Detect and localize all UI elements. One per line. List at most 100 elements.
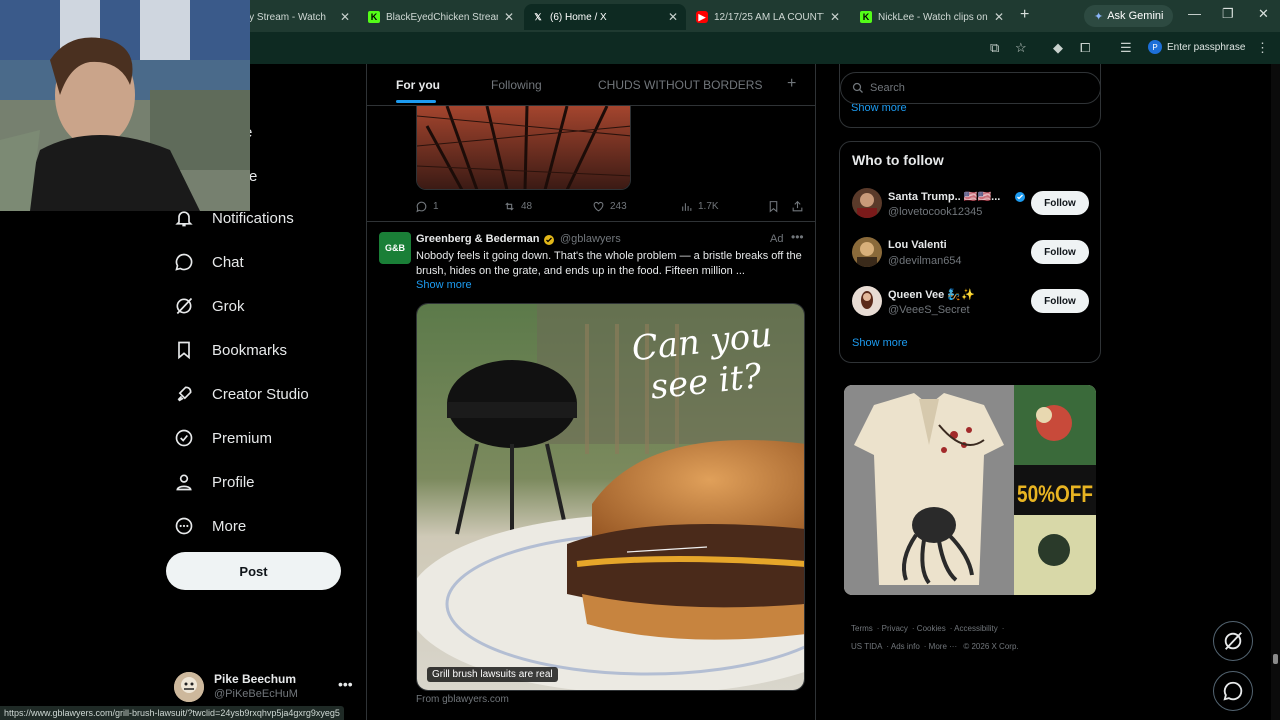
advertiser-handle[interactable]: @gblawyers [560, 233, 621, 245]
nav-item-more[interactable]: More [174, 516, 246, 536]
post-image[interactable] [416, 106, 631, 190]
like-button[interactable]: 243 [592, 198, 627, 214]
footer-link[interactable]: Cookies [917, 624, 946, 633]
reply-icon [416, 201, 427, 212]
search-input[interactable]: Search [840, 72, 1101, 104]
follow-suggestion[interactable]: Queen Vee 🧞✨ @VeeeS_Secret Follow [852, 284, 1090, 320]
follow-button[interactable]: Follow [1031, 191, 1089, 215]
views-chart-icon [682, 202, 692, 211]
repost-button[interactable]: 48 [503, 198, 532, 214]
youtube-icon: ▶ [696, 11, 708, 23]
chat-fab-button[interactable] [1213, 671, 1253, 711]
close-icon[interactable]: ✕ [668, 10, 678, 24]
who-to-follow-panel: Who to follow Santa Trump.. 🇺🇸🇺🇸... @lov… [839, 141, 1101, 363]
more-dots-icon[interactable]: ••• [791, 230, 804, 244]
close-icon[interactable]: ✕ [830, 10, 840, 24]
views-button[interactable]: 1.7K [680, 198, 719, 214]
scrollbar-thumb[interactable] [1273, 654, 1278, 664]
avatar [852, 237, 882, 267]
browser-tab-2[interactable]: K BlackEyedChicken Stream - ✕ [360, 4, 522, 30]
post-button[interactable]: Post [166, 552, 341, 590]
who-to-follow-show-more-link[interactable]: Show more [852, 337, 908, 349]
active-tab-indicator [396, 100, 436, 103]
tab-following[interactable]: Following [491, 78, 542, 92]
reply-button[interactable]: 1 [415, 198, 439, 214]
reply-count: 1 [433, 200, 439, 212]
sidebar-ad-image[interactable]: 50%OFF [844, 385, 1096, 595]
bookmark-icon [769, 200, 778, 213]
close-icon[interactable]: ✕ [994, 10, 1004, 24]
follow-suggestion[interactable]: Santa Trump.. 🇺🇸🇺🇸... @lovetocook12345 F… [852, 186, 1090, 222]
extension-diamond-icon[interactable]: ◆ [1053, 40, 1063, 56]
ad-source-link[interactable]: From gblawyers.com [416, 694, 509, 705]
follow-button[interactable]: Follow [1031, 289, 1089, 313]
gemini-icon: ✦ [1094, 10, 1104, 23]
window-close-button[interactable]: ✕ [1258, 6, 1269, 22]
advertiser-avatar[interactable]: G&B [379, 232, 411, 264]
nav-label: Profile [212, 473, 255, 491]
share-button[interactable] [791, 198, 804, 214]
show-more-link[interactable]: Show more [416, 279, 472, 291]
divider [367, 221, 815, 222]
grok-icon [1224, 632, 1242, 650]
footer-link[interactable]: More ··· [929, 642, 957, 651]
extensions-puzzle-icon[interactable]: ⧠ [1080, 40, 1090, 56]
tab-title: BlackEyedChicken Stream - [386, 11, 498, 23]
nav-item-premium[interactable]: Premium [174, 428, 272, 448]
more-dots-icon[interactable]: ••• [338, 676, 353, 692]
minimize-button[interactable]: — [1188, 6, 1201, 21]
avatar [852, 188, 882, 218]
rocket-icon [177, 386, 192, 402]
follow-suggestion[interactable]: Lou Valenti @devilman654 Follow [852, 235, 1090, 271]
footer-link[interactable]: Accessibility [954, 624, 998, 633]
page-scrollbar[interactable] [1271, 64, 1280, 720]
ask-gemini-button[interactable]: ✦ Ask Gemini [1084, 5, 1174, 27]
bookmark-star-icon[interactable]: ☆ [1015, 40, 1027, 56]
maximize-button[interactable]: ❐ [1222, 6, 1234, 22]
footer-link[interactable]: Privacy [882, 624, 908, 633]
account-switcher[interactable]: Pike Beechum @PiKeBeEcHuM ••• [174, 670, 354, 706]
add-tab-icon[interactable]: + [787, 75, 796, 93]
new-tab-button[interactable]: + [1020, 6, 1029, 24]
close-icon[interactable]: ✕ [340, 10, 350, 24]
footer-link[interactable]: Ads info [891, 642, 920, 651]
advertiser-name[interactable]: Greenberg & Bederman [416, 233, 539, 245]
ad-media-image[interactable]: Can you see it? Grill brush lawsuits are… [416, 303, 805, 691]
main-feed: For you Following CHUDS WITHOUT BORDERS … [366, 64, 816, 720]
nav-item-grok[interactable]: Grok [174, 296, 245, 316]
nav-item-creator-studio[interactable]: Creator Studio [174, 384, 309, 404]
ad-label: Ad [770, 233, 784, 245]
nav-label: Premium [212, 429, 273, 447]
install-app-icon[interactable]: ⧉ [990, 40, 999, 56]
bookmark-icon [178, 341, 190, 360]
grok-icon [176, 297, 193, 315]
reading-list-icon[interactable]: ☰ [1120, 40, 1132, 56]
tab-chuds-without-borders[interactable]: CHUDS WITHOUT BORDERS [598, 78, 762, 92]
passphrase-chip[interactable]: P Enter passphrase [1148, 38, 1245, 56]
nav-item-bookmarks[interactable]: Bookmarks [174, 340, 287, 360]
follow-button[interactable]: Follow [1031, 240, 1089, 264]
footer-link[interactable]: Terms [851, 624, 873, 633]
who-to-follow-title: Who to follow [852, 152, 944, 168]
browser-tab-5[interactable]: K NickLee - Watch clips on Ki ✕ [852, 4, 1012, 30]
close-icon[interactable]: ✕ [504, 10, 514, 24]
passphrase-label: Enter passphrase [1167, 41, 1246, 53]
nav-item-chat[interactable]: Chat [174, 252, 244, 272]
nav-label: Creator Studio [212, 385, 309, 403]
nav-label: More [212, 517, 247, 535]
person-icon [176, 474, 192, 491]
tab-for-you[interactable]: For you [396, 78, 440, 92]
suggestion-name: Queen Vee 🧞✨ [888, 289, 975, 301]
browser-tab-3[interactable]: 𝕏 (6) Home / X ✕ [524, 4, 686, 30]
footer-link[interactable]: US TIDA [851, 642, 882, 651]
verified-blue-icon [1015, 192, 1025, 202]
premium-icon [175, 429, 193, 447]
nav-item-notifications[interactable]: Notifications [174, 208, 294, 228]
nav-label: Bookmarks [212, 341, 288, 359]
browser-tab-4[interactable]: ▶ 12/17/25 AM LA COUNTY ✕ [688, 4, 848, 30]
nav-label: Chat [212, 253, 244, 271]
bookmark-post-button[interactable] [767, 198, 780, 214]
browser-menu-icon[interactable]: ⋮ [1256, 40, 1269, 56]
grok-fab-button[interactable] [1213, 621, 1253, 661]
nav-item-profile[interactable]: Profile [174, 472, 255, 492]
